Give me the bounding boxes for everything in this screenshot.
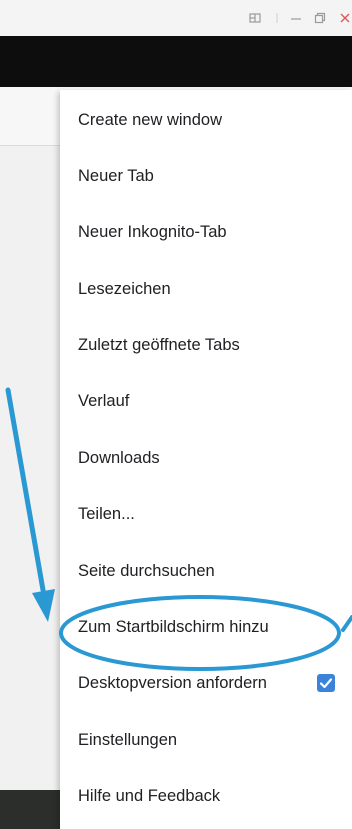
- menu-item-label: Einstellungen: [78, 731, 178, 749]
- menu-item-downloads[interactable]: Downloads: [60, 430, 352, 486]
- minimize-icon[interactable]: [290, 12, 302, 24]
- menu-item-create-new-window[interactable]: Create new window: [60, 92, 352, 148]
- menu-item-label: Seite durchsuchen: [78, 562, 215, 580]
- menu-item-new-incognito-tab[interactable]: Neuer Inkognito-Tab: [60, 204, 352, 260]
- menu-item-history[interactable]: Verlauf: [60, 373, 352, 429]
- menu-item-help-feedback[interactable]: Hilfe und Feedback: [60, 768, 352, 824]
- overflow-menu: Create new window Neuer Tab Neuer Inkogn…: [60, 90, 352, 829]
- menu-item-label: Zuletzt geöffnete Tabs: [78, 336, 240, 354]
- menu-item-label: Neuer Inkognito-Tab: [78, 223, 227, 241]
- menu-item-label: Desktopversion anfordern: [78, 674, 267, 692]
- menu-item-bookmarks[interactable]: Lesezeichen: [60, 261, 352, 317]
- page-bottom-strip: [0, 790, 62, 829]
- check-icon: [319, 678, 333, 689]
- menu-item-find-in-page[interactable]: Seite durchsuchen: [60, 543, 352, 599]
- menu-item-label: Lesezeichen: [78, 280, 171, 298]
- window-titlebar: [0, 0, 352, 36]
- menu-item-label: Downloads: [78, 449, 160, 467]
- close-icon[interactable]: [339, 12, 351, 24]
- menu-item-share[interactable]: Teilen...: [60, 486, 352, 542]
- menu-item-label: Neuer Tab: [78, 167, 154, 185]
- menu-item-add-to-home-screen[interactable]: Zum Startbildschirm hinzu: [60, 599, 352, 655]
- window-snap-icon[interactable]: [249, 12, 261, 24]
- browser-toolbar: [0, 36, 352, 87]
- menu-item-label: Hilfe und Feedback: [78, 787, 221, 805]
- window-separator: [271, 12, 283, 24]
- menu-item-request-desktop-site[interactable]: Desktopversion anfordern: [60, 655, 352, 711]
- desktop-site-checkbox[interactable]: [317, 674, 335, 692]
- menu-item-settings[interactable]: Einstellungen: [60, 712, 352, 768]
- restore-icon[interactable]: [314, 12, 326, 24]
- menu-item-new-tab[interactable]: Neuer Tab: [60, 148, 352, 204]
- menu-item-label: Zum Startbildschirm hinzu: [78, 618, 269, 636]
- menu-item-recent-tabs[interactable]: Zuletzt geöffnete Tabs: [60, 317, 352, 373]
- menu-item-label: Verlauf: [78, 392, 130, 410]
- menu-item-label: Teilen...: [78, 505, 135, 523]
- menu-item-label: Create new window: [78, 111, 222, 129]
